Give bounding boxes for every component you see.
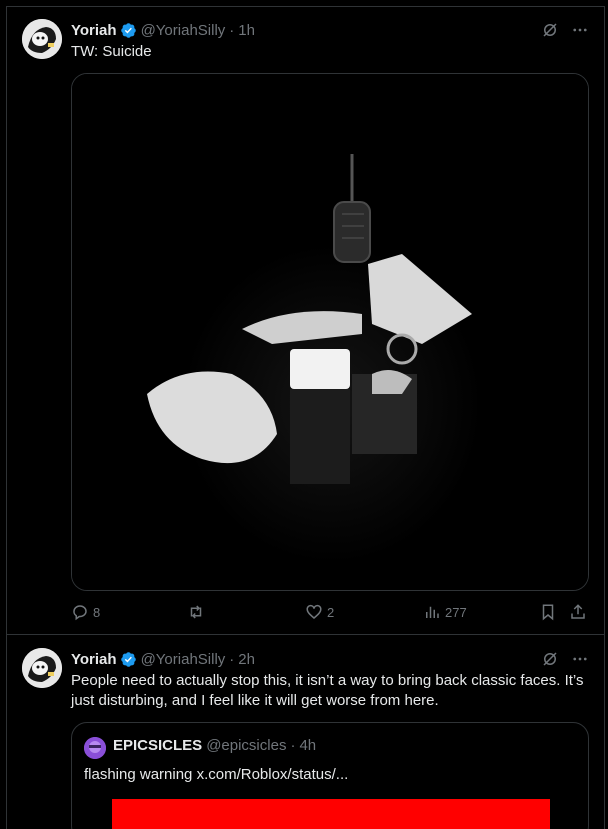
quoted-text: flashing warning x.com/Roblox/status/...	[84, 766, 349, 783]
retweet-icon	[190, 605, 202, 619]
quoted-header: EPICSICLES @epicsicles · 4h	[113, 737, 316, 754]
reply-count: 8	[93, 604, 101, 620]
tweet-header: Yoriah @YoriahSilly · 1h	[71, 20, 255, 40]
reply-button[interactable]: 8	[71, 603, 100, 621]
more-icon[interactable]	[571, 650, 589, 668]
tweet-top-actions	[541, 650, 589, 668]
tweet-image[interactable]	[71, 73, 589, 591]
bookmark-icon[interactable]	[539, 603, 557, 621]
like-count: 2	[327, 604, 335, 620]
timestamp[interactable]: 2h	[238, 651, 255, 668]
user-handle[interactable]: @YoriahSilly	[141, 22, 226, 39]
views-button[interactable]: 277	[423, 603, 467, 621]
quoted-media[interactable]	[112, 799, 550, 829]
display-name[interactable]: Yoriah	[71, 651, 117, 668]
separator-dot: ·	[229, 21, 235, 39]
quoted-display-name[interactable]: EPICSICLES	[113, 737, 202, 754]
separator-dot: ·	[290, 737, 296, 754]
quoted-handle[interactable]: @epicsicles	[206, 737, 286, 754]
verified-badge-icon	[120, 22, 136, 38]
views-icon	[426, 606, 439, 618]
avatar[interactable]	[22, 19, 62, 59]
quoted-tweet[interactable]: EPICSICLES @epicsicles · 4h flashing war…	[71, 722, 589, 829]
grok-icon[interactable]	[541, 650, 559, 668]
tweet-header: Yoriah @YoriahSilly · 2h	[71, 649, 255, 669]
share-icon[interactable]	[569, 603, 587, 621]
grok-icon[interactable]	[541, 21, 559, 39]
retweet-button[interactable]	[187, 603, 209, 621]
more-icon[interactable]	[571, 21, 589, 39]
tweet-actions: 8 2 277	[71, 603, 591, 623]
reply-icon	[73, 605, 87, 621]
views-count: 277	[445, 604, 467, 620]
quoted-timestamp[interactable]: 4h	[299, 737, 316, 754]
tweet[interactable]: Yoriah @YoriahSilly · 2h People need to …	[6, 636, 605, 829]
tweet-text: TW: Suicide	[71, 43, 152, 60]
display-name[interactable]: Yoriah	[71, 22, 117, 39]
tweet-top-actions	[541, 21, 589, 39]
avatar[interactable]	[22, 648, 62, 688]
verified-badge-icon	[120, 651, 136, 667]
like-icon	[306, 604, 322, 619]
like-button[interactable]: 2	[305, 603, 334, 621]
tweet[interactable]: Yoriah @YoriahSilly · 1h TW: Suicide 8 2…	[6, 7, 605, 635]
timestamp[interactable]: 1h	[238, 22, 255, 39]
user-handle[interactable]: @YoriahSilly	[141, 651, 226, 668]
tweet-text: People need to actually stop this, it is…	[71, 672, 584, 709]
separator-dot: ·	[229, 650, 235, 668]
quoted-avatar[interactable]	[84, 737, 106, 759]
